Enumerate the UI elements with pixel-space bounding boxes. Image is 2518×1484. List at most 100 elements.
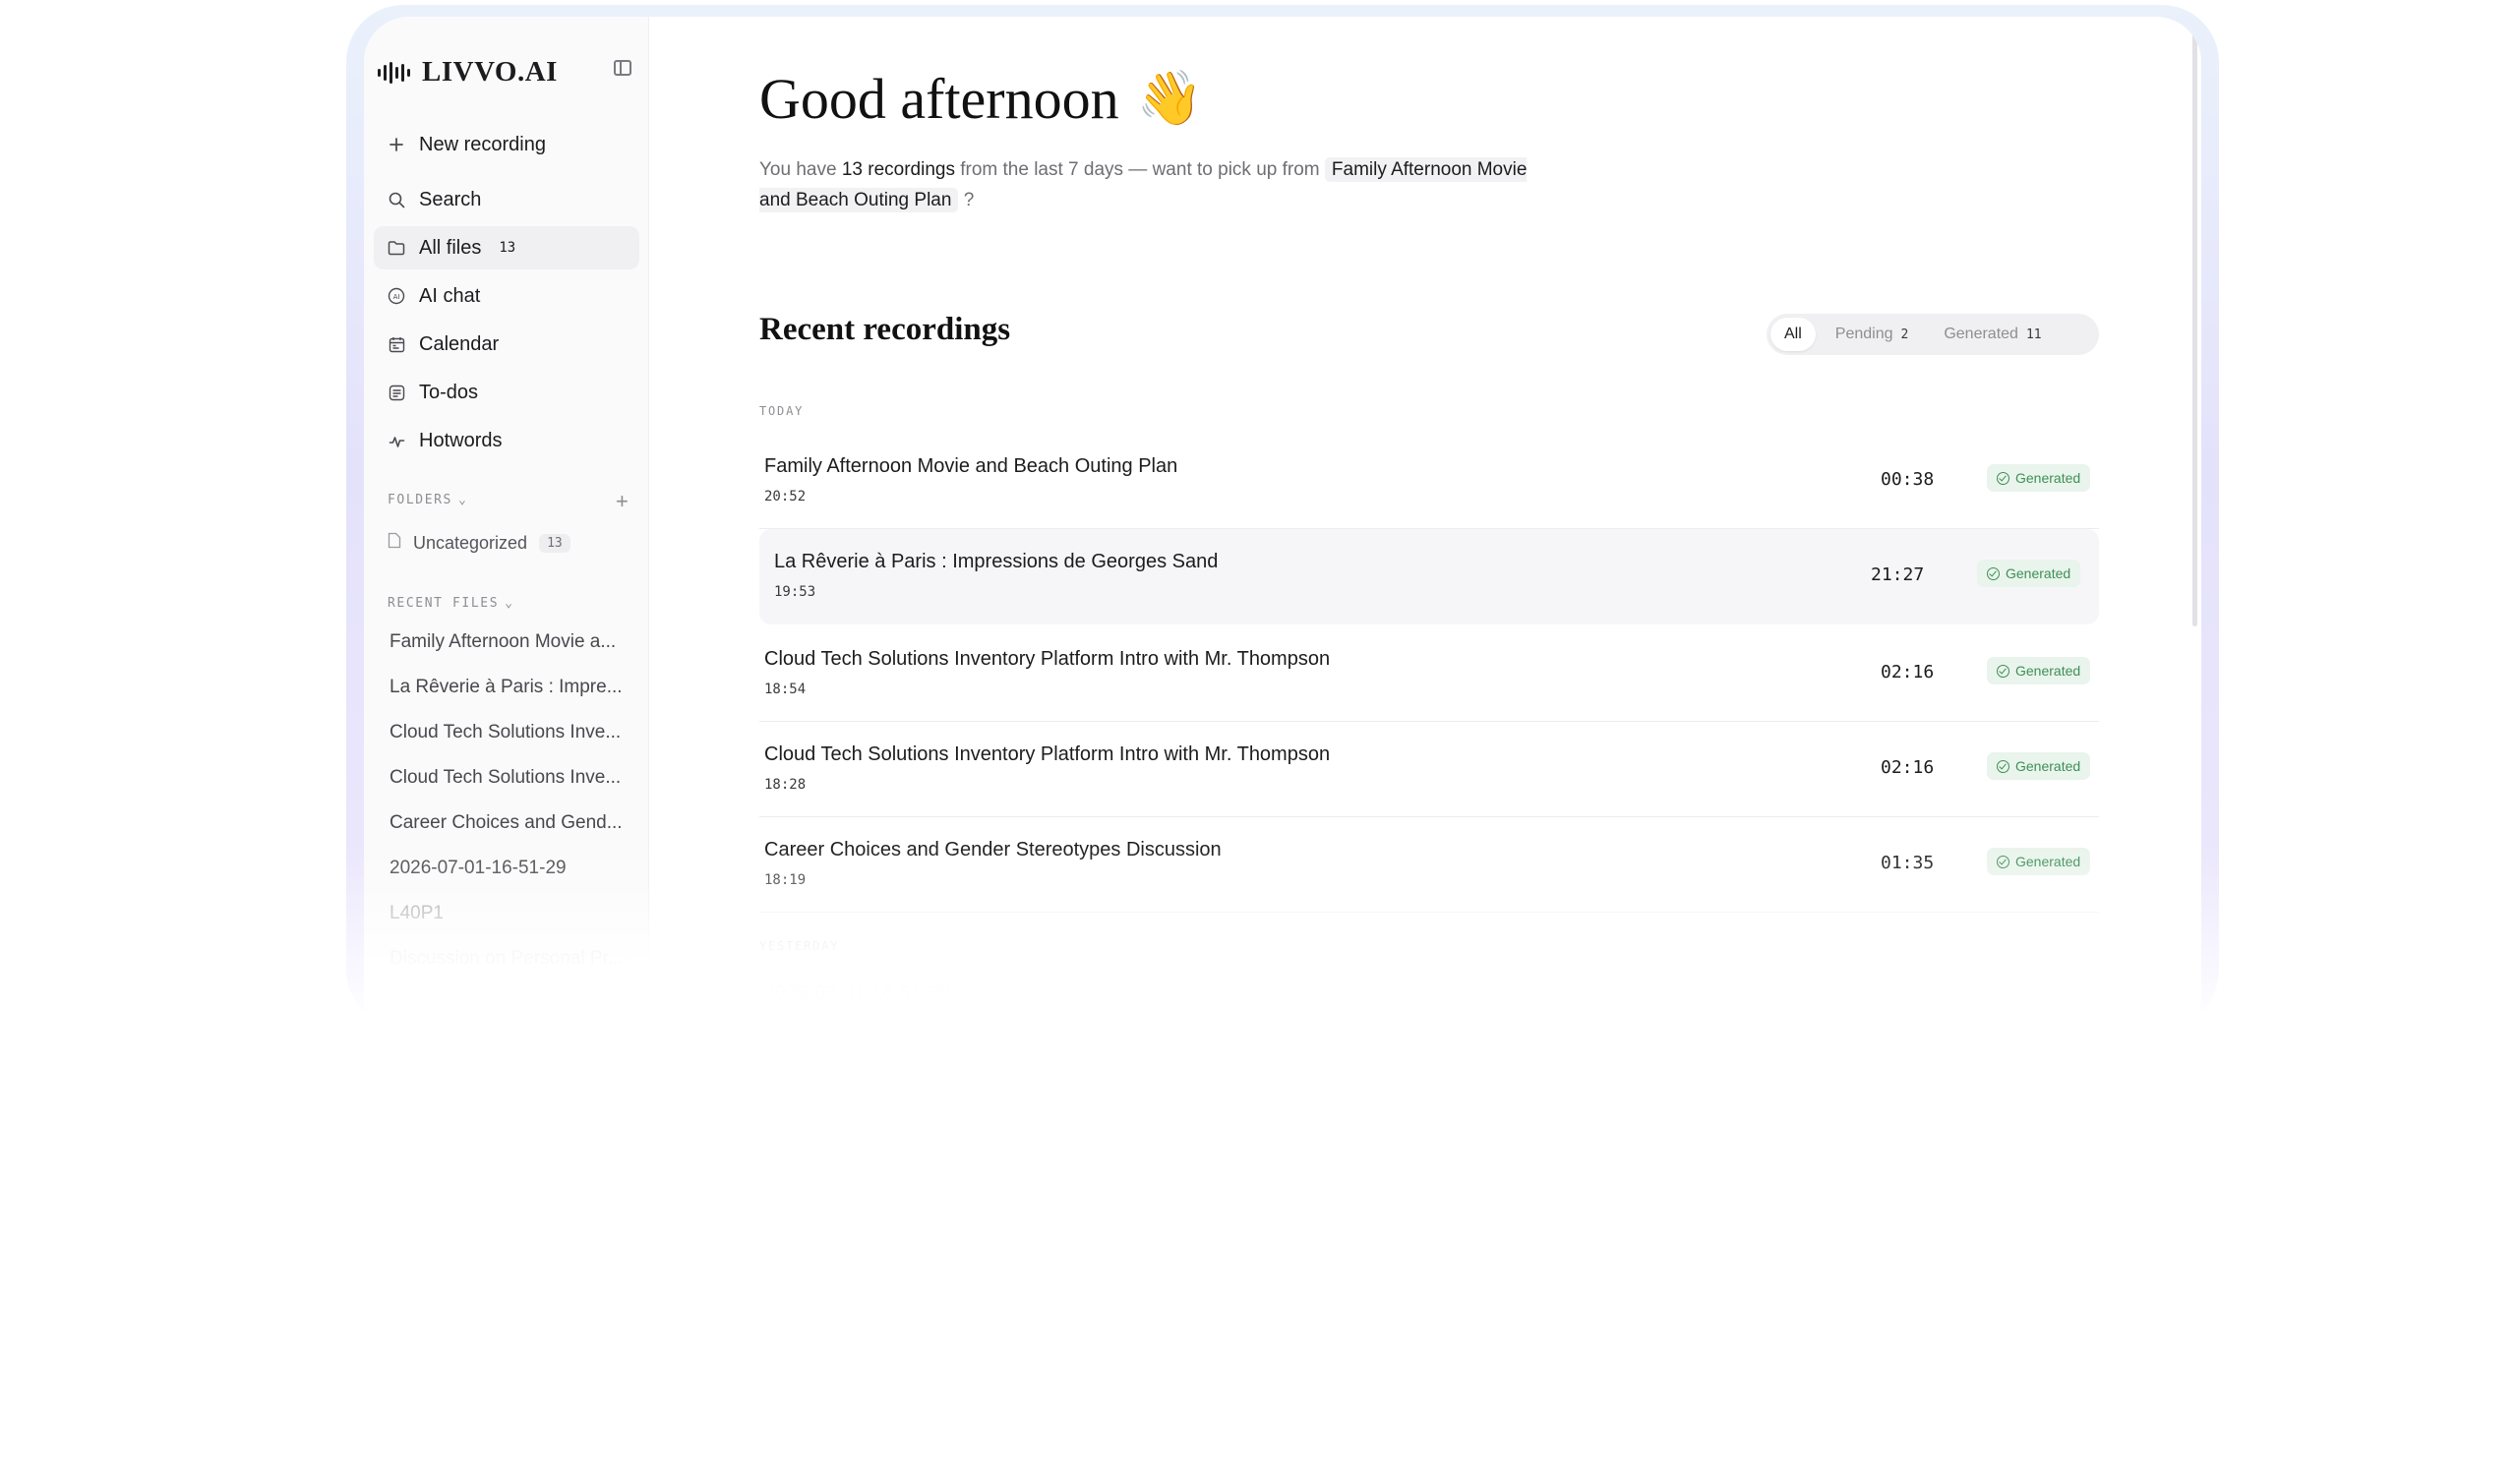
check-circle-icon	[1987, 566, 2000, 580]
recording-title: La Rêverie à Paris : Impressions de Geor…	[774, 551, 1219, 572]
recording-title: Career Choices and Gender Stereotypes Di…	[764, 839, 1222, 861]
logo: LIVVO.AI	[378, 56, 558, 89]
recordings-count: 13 recordings	[841, 159, 955, 180]
sidebar-item-ai-chat[interactable]: AI AI chat	[374, 274, 639, 318]
filter-count: 2	[1900, 326, 1909, 342]
sidebar-item-todos[interactable]: To-dos	[374, 371, 639, 414]
app-window: LIVVO.AI New recording Search All files …	[364, 17, 2201, 1059]
waveform-logo-icon	[378, 61, 410, 84]
status-label: Generated	[2015, 470, 2081, 486]
main-content: Good afternoon 👋 You have 13 recordings …	[649, 17, 2201, 1059]
logo-text: LIVVO.AI	[422, 56, 558, 88]
recent-file-item[interactable]: L40P1	[390, 903, 635, 924]
day-group-label: TODAY	[759, 404, 805, 418]
summary-suffix: ?	[963, 190, 975, 210]
all-files-count: 13	[499, 240, 516, 256]
filter-label: Pending	[1834, 326, 1893, 342]
scrollbar[interactable]	[2192, 27, 2197, 626]
status-badge: Generated	[1977, 560, 2081, 587]
status-badge: Generated	[1987, 848, 2091, 875]
status-label: Generated	[2015, 758, 2081, 774]
add-folder-icon[interactable]: +	[616, 489, 629, 514]
status-filter: All Pending 2 Generated 11	[1767, 314, 2099, 355]
check-circle-icon	[1997, 664, 2009, 678]
sidebar-item-label: To-dos	[419, 381, 479, 403]
recording-duration: 01:35	[1881, 853, 1935, 873]
day-group-label: YESTERDAY	[759, 939, 840, 953]
recording-duration: 02:16	[1881, 757, 1935, 778]
sidebar: LIVVO.AI New recording Search All files …	[364, 17, 649, 1059]
recent-files-section-header[interactable]: RECENT FILES ⌄	[388, 596, 514, 611]
waving-hand-icon: 👋	[1136, 69, 1203, 128]
recording-row[interactable]: Cloud Tech Solutions Inventory Platform …	[759, 626, 2099, 722]
recording-time: 20:52	[764, 489, 807, 505]
recording-title: Cloud Tech Solutions Inventory Platform …	[764, 648, 1331, 670]
sidebar-item-label: Hotwords	[419, 429, 503, 451]
filter-tab-pending[interactable]: Pending 2	[1820, 318, 1925, 351]
sidebar-item-label: All files	[419, 236, 482, 259]
ai-chat-icon: AI	[388, 287, 405, 305]
recording-row[interactable]: La Rêverie à Paris : Impressions de Geor…	[759, 529, 2099, 624]
recording-time: 18:19	[764, 872, 807, 888]
folder-item-uncategorized[interactable]: Uncategorized 13	[388, 532, 570, 554]
recent-files-header-label: RECENT FILES	[388, 596, 500, 611]
recording-row[interactable]: Family Afternoon Movie and Beach Outing …	[759, 434, 2099, 529]
recent-file-item[interactable]: Discussion on Personal Pr...	[390, 948, 635, 970]
calendar-icon	[388, 335, 405, 353]
recording-duration: 21:27	[1871, 564, 1925, 585]
recent-file-item[interactable]: Family Afternoon Movie a...	[390, 631, 635, 653]
recording-time: 19:53	[774, 584, 816, 600]
folder-icon	[388, 239, 405, 257]
recording-duration: 02:16	[1881, 662, 1935, 683]
folders-header-label: FOLDERS	[388, 493, 452, 507]
sidebar-item-label: Search	[419, 188, 482, 210]
file-icon	[388, 532, 401, 554]
chevron-down-icon: ⌄	[505, 596, 514, 611]
recording-row[interactable]: Career Choices and Gender Stereotypes Di…	[759, 817, 2099, 913]
app-window-frame: LIVVO.AI New recording Search All files …	[346, 5, 2219, 1059]
check-circle-icon	[1997, 471, 2009, 485]
folder-count-badge: 13	[539, 533, 570, 553]
status-label: Generated	[2015, 854, 2081, 869]
recording-title: Family Afternoon Movie and Beach Outing …	[764, 455, 1178, 477]
sidebar-item-label: AI chat	[419, 284, 481, 307]
sidebar-item-label: Calendar	[419, 332, 500, 355]
filter-tab-generated[interactable]: Generated 11	[1928, 318, 2057, 351]
filter-label: Generated	[1944, 326, 2018, 342]
status-label: Generated	[2015, 663, 2081, 679]
search-icon	[388, 191, 405, 208]
summary-middle: from the last 7 days — want to pick up f…	[960, 159, 1320, 180]
sidebar-item-all-files[interactable]: All files 13	[374, 226, 639, 269]
svg-text:AI: AI	[393, 293, 400, 301]
summary-text: You have 13 recordings from the last 7 d…	[759, 154, 1546, 215]
folders-section-header[interactable]: FOLDERS ⌄	[388, 493, 467, 507]
sidebar-item-search[interactable]: Search	[374, 178, 639, 221]
status-badge: Generated	[1987, 657, 2091, 684]
recording-duration: 00:38	[1881, 469, 1935, 490]
status-badge: Generated	[1987, 464, 2091, 492]
check-circle-icon	[1997, 759, 2009, 773]
sidebar-item-calendar[interactable]: Calendar	[374, 323, 639, 366]
recent-file-item[interactable]: La Rêverie à Paris : Impre...	[390, 677, 635, 698]
recording-time: 18:28	[764, 777, 807, 793]
recent-file-item[interactable]: Cloud Tech Solutions Inve...	[390, 722, 635, 743]
chevron-down-icon: ⌄	[458, 493, 468, 507]
filter-tab-all[interactable]: All	[1770, 318, 1816, 351]
todo-icon	[388, 384, 405, 401]
sidebar-toggle-icon[interactable]	[614, 60, 631, 76]
new-recording-label: New recording	[419, 133, 546, 155]
filter-count: 11	[2025, 326, 2042, 342]
recent-file-item[interactable]: Career Choices and Gend...	[390, 812, 635, 834]
hotwords-icon	[388, 432, 405, 449]
recording-title[interactable]: 2026-07-01-16-51-29	[764, 982, 950, 1005]
recent-recordings-heading: Recent recordings	[759, 312, 1011, 347]
sidebar-item-hotwords[interactable]: Hotwords	[374, 419, 639, 462]
recording-title: Cloud Tech Solutions Inventory Platform …	[764, 743, 1331, 765]
recording-row[interactable]: Cloud Tech Solutions Inventory Platform …	[759, 722, 2099, 817]
new-recording-button[interactable]: New recording	[374, 123, 639, 166]
check-circle-icon	[1997, 855, 2009, 868]
greeting-text: Good afternoon	[759, 67, 1119, 131]
recent-file-item[interactable]: 2026-07-01-16-51-29	[390, 858, 635, 879]
recent-file-item[interactable]: Cloud Tech Solutions Inve...	[390, 767, 635, 789]
folder-label: Uncategorized	[413, 532, 528, 553]
